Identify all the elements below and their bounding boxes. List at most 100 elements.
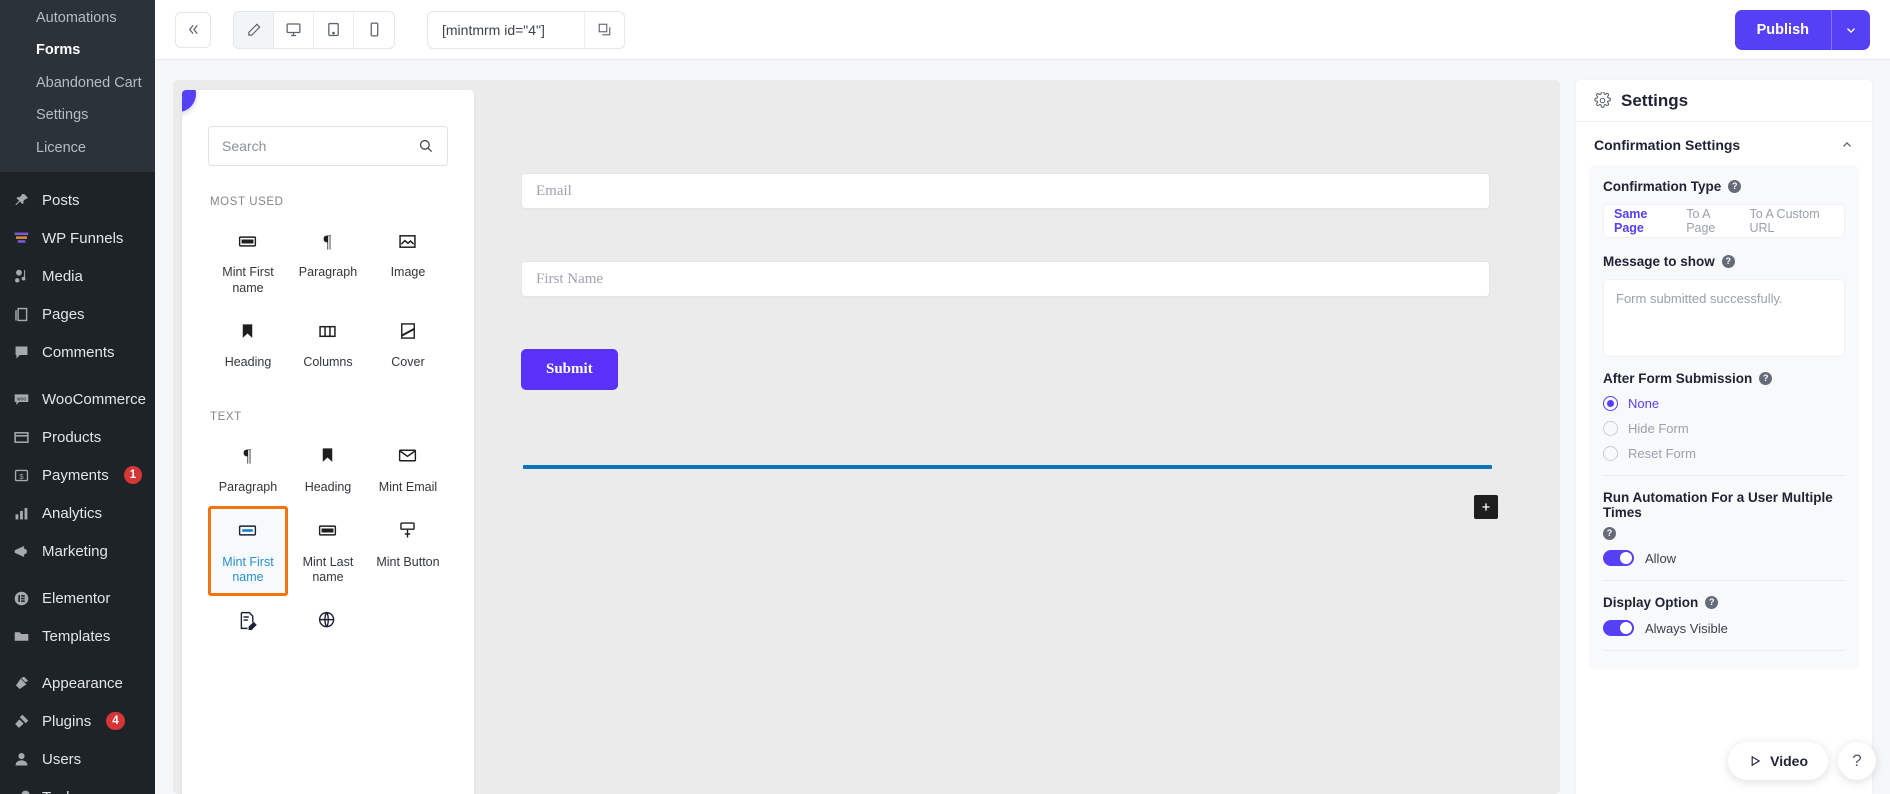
sidebar-item-appearance[interactable]: Appearance: [0, 664, 155, 702]
sidebar-separator: [0, 371, 155, 380]
submit-button[interactable]: Submit: [521, 349, 618, 390]
radio-indicator[interactable]: [1603, 421, 1618, 436]
gear-icon: [1594, 92, 1611, 108]
help-button[interactable]: ?: [1838, 742, 1876, 780]
sidebar-item-plugins[interactable]: Plugins 4: [0, 702, 155, 740]
email-field[interactable]: Email: [521, 173, 1490, 209]
add-block-button[interactable]: [1474, 495, 1498, 519]
sidebar-item-analytics[interactable]: Analytics: [0, 494, 155, 532]
label-text: After Form Submission: [1603, 371, 1753, 386]
first-name-field[interactable]: First Name: [521, 261, 1490, 297]
label-text: Run Automation For a User Multiple Times: [1603, 490, 1833, 520]
block-form-edit[interactable]: [208, 596, 288, 655]
bookmark-icon: [238, 318, 257, 344]
publish-button-group[interactable]: Publish: [1734, 9, 1870, 50]
block-globe[interactable]: [288, 596, 368, 655]
sidebar-subitem-abandoned-cart[interactable]: Abandoned Cart: [0, 67, 155, 99]
help-icon[interactable]: ?: [1759, 372, 1773, 385]
tablet-preview-button[interactable]: [314, 11, 354, 48]
video-button[interactable]: Video: [1728, 742, 1828, 780]
confirmation-settings-header[interactable]: Confirmation Settings: [1576, 122, 1872, 165]
sidebar-item-marketing[interactable]: Marketing: [0, 532, 155, 570]
radio-reset-form[interactable]: Reset Form: [1603, 446, 1845, 461]
block-mint-first-name[interactable]: Mint First name: [208, 216, 288, 306]
sidebar-subitem-settings[interactable]: Settings: [0, 99, 155, 131]
block-mint-last-name[interactable]: Mint Last name: [288, 506, 368, 596]
inserter-content: MOST USED Mint First name ¶ Paragraph: [182, 90, 474, 655]
analytics-icon: [10, 502, 32, 524]
radio-hide-form[interactable]: Hide Form: [1603, 421, 1845, 436]
desktop-preview-button[interactable]: [274, 11, 314, 48]
funnel-icon: [10, 227, 32, 249]
block-text-heading[interactable]: Heading: [288, 431, 368, 506]
block-image[interactable]: Image: [368, 216, 448, 306]
sidebar-item-wp-funnels[interactable]: WP Funnels: [0, 219, 155, 257]
sidebar-item-media[interactable]: Media: [0, 257, 155, 295]
block-text-paragraph[interactable]: ¶ Paragraph: [208, 431, 288, 506]
search-input[interactable]: [222, 138, 418, 154]
publish-dropdown-button[interactable]: [1832, 10, 1870, 50]
help-icon[interactable]: ?: [1603, 527, 1616, 540]
sidebar-item-posts[interactable]: Posts: [0, 181, 155, 219]
app-root: Automations Forms Abandoned Cart Setting…: [0, 0, 1890, 794]
tablet-icon: [328, 22, 339, 37]
sidebar-item-products[interactable]: Products: [0, 418, 155, 456]
edit-pencil-button[interactable]: [234, 11, 274, 48]
block-label: Mint Last name: [302, 554, 354, 585]
help-icon[interactable]: ?: [1728, 180, 1742, 193]
mobile-icon: [370, 22, 378, 37]
sidebar-item-pages[interactable]: Pages: [0, 295, 155, 333]
copy-shortcode-button[interactable]: [584, 11, 624, 48]
block-heading[interactable]: Heading: [208, 306, 288, 381]
display-option-toggle[interactable]: [1603, 620, 1634, 636]
block-mint-first-name-selected[interactable]: Mint First name: [208, 505, 288, 596]
block-cover[interactable]: Cover: [368, 306, 448, 381]
sidebar-item-tools[interactable]: Tools: [0, 778, 155, 794]
block-columns[interactable]: Columns: [288, 306, 368, 381]
block-mint-button[interactable]: Mint Button: [368, 506, 448, 596]
radio-indicator[interactable]: [1603, 446, 1618, 461]
sidebar-subitem-forms[interactable]: Forms: [0, 34, 155, 66]
help-icon[interactable]: ?: [1705, 596, 1719, 609]
sidebar-item-comments[interactable]: Comments: [0, 333, 155, 371]
run-automation-toggle-row[interactable]: Allow: [1603, 550, 1845, 566]
sidebar-item-templates[interactable]: Templates: [0, 617, 155, 655]
display-option-toggle-row[interactable]: Always Visible: [1603, 620, 1845, 636]
radio-indicator[interactable]: [1603, 396, 1618, 411]
bookmark-icon: [318, 443, 337, 469]
sidebar-item-label: WooCommerce: [42, 390, 146, 408]
collapse-sidebar-button[interactable]: [175, 11, 211, 48]
block-paragraph[interactable]: ¶ Paragraph: [288, 216, 368, 306]
text-input-icon: [317, 518, 338, 544]
columns-icon: [317, 318, 338, 344]
publish-button[interactable]: Publish: [1735, 9, 1832, 50]
chevron-down-icon: [1847, 27, 1855, 33]
radio-none[interactable]: None: [1603, 396, 1845, 411]
chevron-up-icon[interactable]: [1840, 138, 1854, 152]
block-label: Paragraph: [218, 479, 278, 494]
payments-badge: 1: [123, 466, 143, 485]
mobile-preview-button[interactable]: [354, 12, 394, 48]
help-icon[interactable]: ?: [1721, 255, 1735, 268]
block-label: Columns: [303, 355, 353, 370]
sidebar-subitem-automations[interactable]: Automations: [0, 2, 155, 34]
sidebar-item-label: Analytics: [42, 504, 103, 522]
sidebar-item-users[interactable]: Users: [0, 740, 155, 778]
block-mint-email[interactable]: Mint Email: [368, 431, 448, 506]
sidebar-subitem-licence[interactable]: Licence: [0, 132, 155, 164]
sidebar-item-label: Products: [42, 428, 102, 446]
wp-admin-sidebar: Automations Forms Abandoned Cart Setting…: [0, 0, 155, 794]
confirmation-type-same-page[interactable]: Same Page: [1614, 207, 1671, 235]
sidebar-item-payments[interactable]: $ Payments 1: [0, 456, 155, 494]
sidebar-item-label: Plugins: [42, 712, 92, 730]
shortcode-field[interactable]: [mintmrm id="4"]: [427, 10, 625, 49]
sidebar-item-woocommerce[interactable]: woo WooCommerce: [0, 380, 155, 418]
run-automation-toggle[interactable]: [1603, 550, 1634, 566]
button-icon: [397, 518, 418, 544]
confirmation-type-to-a-page[interactable]: To A Page: [1686, 207, 1734, 235]
block-label: Image: [390, 265, 426, 279]
block-search-box[interactable]: [208, 126, 448, 166]
message-to-show-textarea[interactable]: Form submitted successfully.: [1603, 279, 1845, 357]
confirmation-type-to-custom-url[interactable]: To A Custom URL: [1749, 207, 1834, 235]
sidebar-item-elementor[interactable]: Elementor: [0, 579, 155, 617]
